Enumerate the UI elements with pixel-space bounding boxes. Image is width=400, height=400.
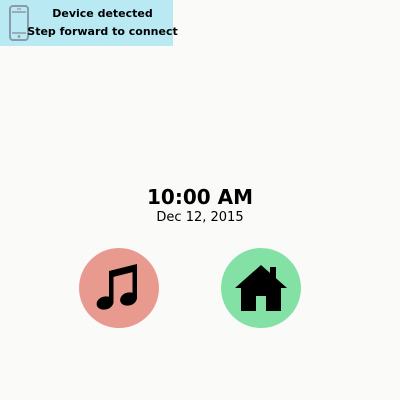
home-button[interactable] <box>221 248 301 328</box>
notification-title: Device detected <box>52 7 153 20</box>
clock-time: 10:00 AM <box>146 185 253 209</box>
notification-message: Step forward to connect <box>27 25 178 38</box>
notification-banner[interactable]: Device detected Step forward to connect <box>0 0 178 46</box>
music-button[interactable] <box>79 248 159 328</box>
music-note-icon <box>96 264 137 310</box>
clock-date: Dec 12, 2015 <box>156 210 244 225</box>
home-icon <box>235 265 287 311</box>
clock-display: 10:00 AM Dec 12, 2015 <box>0 184 400 226</box>
notification-text: Device detected Step forward to connect <box>27 0 178 46</box>
